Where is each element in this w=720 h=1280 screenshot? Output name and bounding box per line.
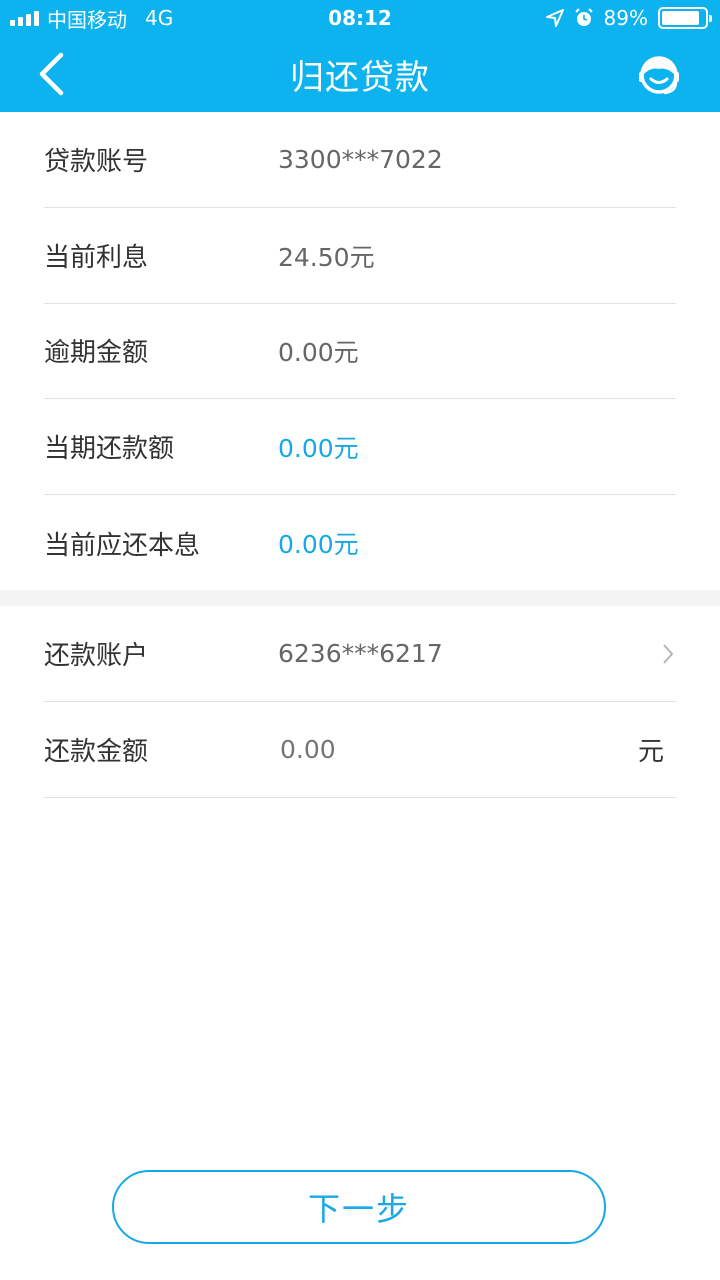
- principal-interest-value: 0.00元: [278, 530, 359, 559]
- battery-percent: 89%: [603, 6, 648, 30]
- nav-bar: 归还贷款: [0, 36, 720, 112]
- battery-fill: [662, 11, 700, 25]
- signal-icon: [10, 10, 39, 26]
- amount-unit: 元: [637, 737, 664, 767]
- repayment-account-label: 还款账户: [44, 641, 149, 671]
- section-divider: [0, 590, 720, 606]
- principal-interest-label: 当前应还本息: [44, 530, 201, 561]
- back-button[interactable]: [28, 50, 76, 98]
- alarm-icon: [574, 8, 593, 26]
- status-left: 中国移动 4G: [10, 0, 173, 36]
- chevron-left-icon: [39, 52, 64, 96]
- page-title-wrap: 归还贷款: [0, 36, 720, 112]
- repayment-amount-row: 还款金额 元: [44, 702, 676, 798]
- current-interest-row: 当前利息 24.50元: [44, 208, 676, 304]
- period-repayment-value: 0.00元: [278, 433, 359, 463]
- current-interest-label: 当前利息: [44, 243, 149, 273]
- loan-account-label: 贷款账号: [44, 147, 149, 177]
- repayment-account-row[interactable]: 还款账户 6236***6217: [44, 606, 676, 702]
- overdue-amount-row: 逾期金额 0.00元: [44, 303, 676, 399]
- page-title: 归还贷款: [290, 57, 430, 98]
- current-interest-value: 24.50元: [278, 242, 375, 272]
- period-repayment-row: 当期还款额 0.00元: [44, 399, 676, 495]
- status-bar: 中国移动 4G 08:12 89%: [0, 0, 720, 36]
- overdue-amount-label: 逾期金额: [44, 338, 149, 368]
- overdue-amount-value: 0.00元: [278, 337, 359, 367]
- loan-account-row: 贷款账号 3300***7022: [44, 112, 676, 208]
- repayment-account-value: 6236***6217: [278, 639, 443, 668]
- carrier-name: 中国移动: [47, 7, 127, 32]
- customer-service-icon[interactable]: [636, 52, 682, 98]
- repayment-section: 还款账户 6236***6217 还款金额 元: [0, 606, 720, 798]
- loan-account-value: 3300***7022: [278, 145, 443, 174]
- next-step-button[interactable]: 下一步: [112, 1170, 606, 1244]
- repayment-amount-input[interactable]: [280, 735, 580, 764]
- principal-interest-row: 当前应还本息 0.00元: [44, 495, 676, 591]
- location-arrow-icon: [545, 9, 564, 27]
- network-type: 4G: [145, 6, 174, 30]
- status-time: 08:12: [328, 6, 392, 30]
- repayment-amount-label: 还款金额: [44, 737, 149, 767]
- loan-info-section: 贷款账号 3300***7022 当前利息 24.50元 逾期金额 0.00元 …: [0, 112, 720, 590]
- status-right: 89%: [545, 0, 712, 36]
- battery-icon: [658, 7, 712, 29]
- chevron-right-icon: [663, 644, 674, 664]
- period-repayment-label: 当期还款额: [44, 434, 175, 464]
